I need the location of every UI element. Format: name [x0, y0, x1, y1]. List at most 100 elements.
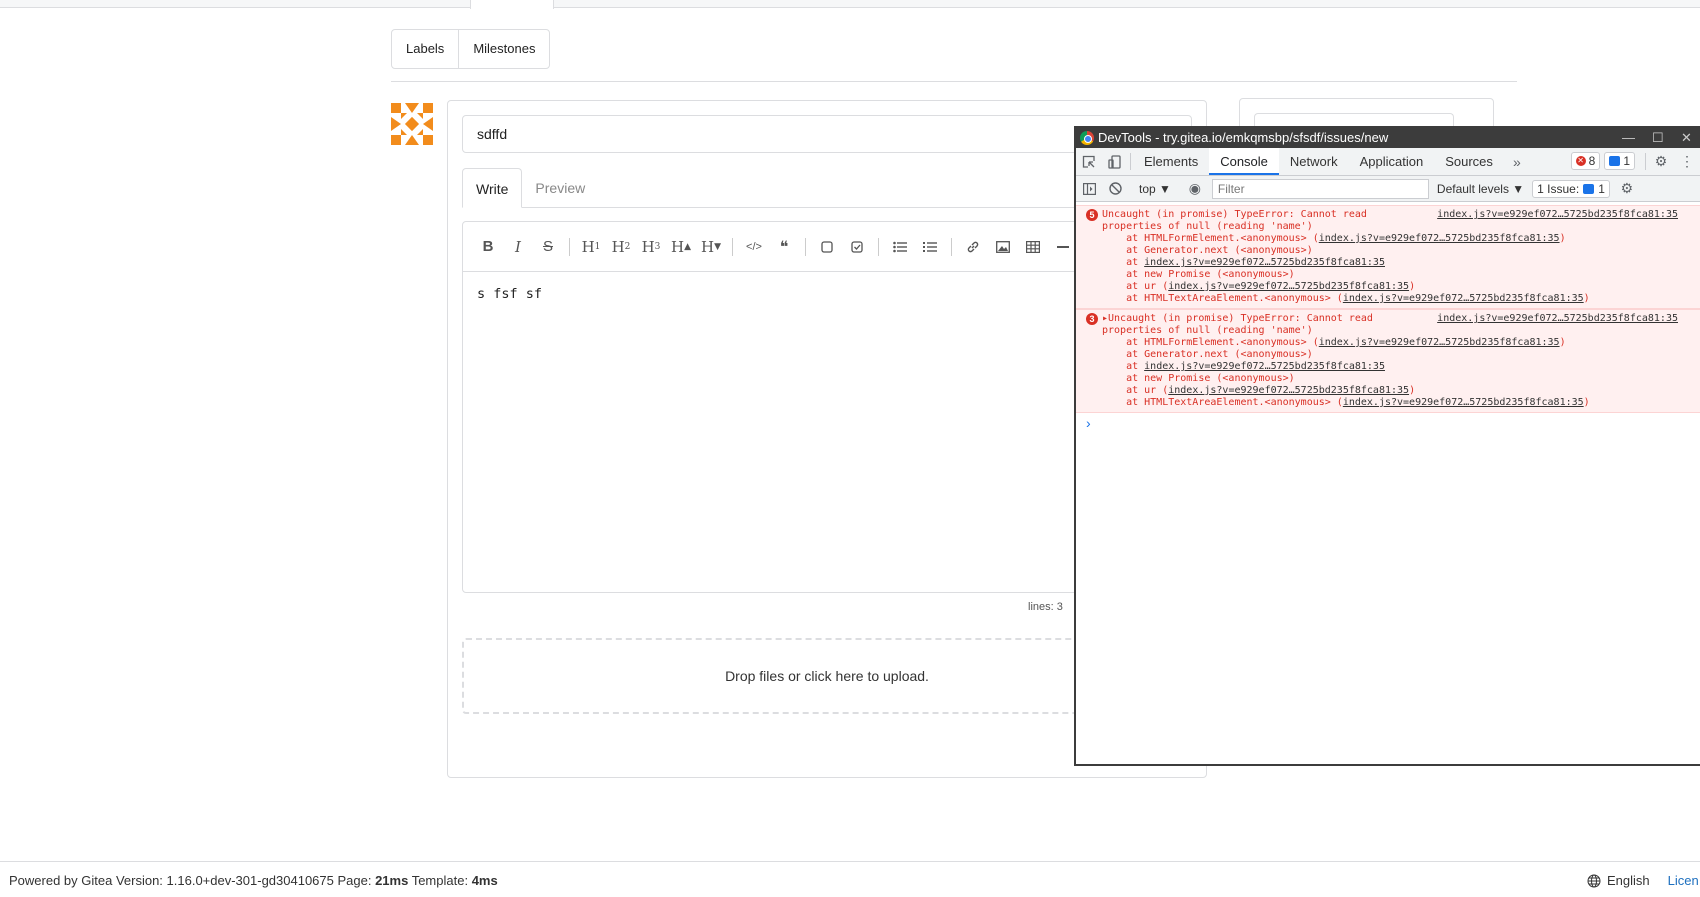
heading-decrease-button[interactable]: H ▼	[696, 232, 726, 262]
stack-link[interactable]: index.js?v=e929ef072…5725bd235f8fca81:35	[1319, 233, 1560, 244]
globe-icon	[1587, 874, 1601, 887]
italic-button[interactable]: I	[503, 232, 533, 262]
sidebar-toggle-icon[interactable]	[1076, 182, 1102, 195]
console-error-entry[interactable]: 3 ▸Uncaught (in promise) TypeError: Cann…	[1076, 309, 1700, 413]
context-selector[interactable]: top ▼	[1133, 182, 1177, 196]
heading-3-letter: H	[641, 237, 655, 256]
stack-text: )	[1583, 293, 1590, 304]
heading-3-button[interactable]: H3	[636, 232, 666, 262]
stack-frame: at ur (index.js?v=e929ef072…5725bd235f8f…	[1102, 281, 1694, 293]
active-top-tab[interactable]	[470, 0, 554, 9]
stack-link[interactable]: index.js?v=e929ef072…5725bd235f8fca81:35	[1343, 293, 1584, 304]
stack-link[interactable]: index.js?v=e929ef072…5725bd235f8fca81:35	[1144, 257, 1385, 268]
code-button[interactable]: </>	[739, 232, 769, 262]
stack-link[interactable]: index.js?v=e929ef072…5725bd235f8fca81:35	[1144, 361, 1385, 372]
error-source-link[interactable]: index.js?v=e929ef072…5725bd235f8fca81:35	[1437, 313, 1678, 325]
strikethrough-button[interactable]: S	[533, 232, 563, 262]
device-glyph	[1108, 154, 1121, 169]
lines-count: lines: 3	[1028, 601, 1063, 613]
table-button[interactable]	[1018, 232, 1048, 262]
issues-button[interactable]: 1 Issue: 1	[1532, 179, 1610, 198]
labels-milestones-group: Labels Milestones	[391, 29, 551, 69]
heading-decrease-letter: H	[700, 237, 715, 256]
error-icon: ✕	[1575, 156, 1586, 166]
tab-write[interactable]: Write	[462, 168, 523, 208]
error-count-badge[interactable]: ✕ 8	[1570, 152, 1601, 170]
device-toolbar-icon[interactable]	[1102, 148, 1128, 175]
heading-increase-button[interactable]: H ▲	[666, 232, 696, 262]
message-count-badge[interactable]: 1	[1604, 152, 1635, 170]
toolbar-separator	[805, 237, 806, 256]
tab-sources[interactable]: Sources	[1434, 148, 1504, 175]
stack-link[interactable]: index.js?v=e929ef072…5725bd235f8fca81:35	[1168, 281, 1409, 292]
stack-link[interactable]: index.js?v=e929ef072…5725bd235f8fca81:35	[1168, 385, 1409, 396]
more-tabs-icon[interactable]: »	[1504, 148, 1530, 175]
minimize-icon[interactable]: —	[1622, 128, 1635, 148]
kebab-menu-icon[interactable]: ⋮	[1674, 148, 1700, 175]
heading-2-letter: H	[611, 237, 625, 256]
link-button[interactable]	[958, 232, 988, 262]
close-icon[interactable]: ✕	[1681, 128, 1692, 148]
live-expression-eye-icon[interactable]: ◉	[1182, 180, 1208, 197]
issue-message-icon	[1583, 183, 1595, 194]
stack-frame: at Generator.next (<anonymous>)	[1102, 245, 1313, 256]
image-button[interactable]	[988, 232, 1018, 262]
user-avatar[interactable]	[391, 103, 433, 145]
checkbox-checked-button[interactable]	[842, 232, 872, 262]
milestones-button[interactable]: Milestones	[458, 30, 549, 68]
devtools-window: DevTools - try.gitea.io/emkqmsbp/sfsdf/i…	[1074, 126, 1700, 766]
stack-text: at HTMLTextAreaElement.<anonymous> (	[1102, 397, 1343, 408]
labels-button[interactable]: Labels	[392, 30, 458, 68]
heading-decrease-arrow: ▼	[714, 241, 721, 252]
inspect-glyph	[1082, 155, 1095, 168]
ordered-list-button[interactable]	[915, 232, 945, 262]
console-toolbar: top ▼ ◉ Filter Default levels ▼ 1 Issue:…	[1076, 176, 1700, 202]
error-message-line: properties of null (reading 'name')	[1102, 325, 1313, 336]
devtools-titlebar[interactable]: DevTools - try.gitea.io/emkqmsbp/sfsdf/i…	[1076, 128, 1700, 148]
console-settings-icon[interactable]: ⚙	[1614, 180, 1640, 197]
stack-frame: at HTMLTextAreaElement.<anonymous> (inde…	[1102, 397, 1694, 409]
stack-frame: at ur (index.js?v=e929ef072…5725bd235f8f…	[1102, 385, 1694, 397]
inspect-element-icon[interactable]	[1076, 148, 1102, 175]
stack-frame: at new Promise (<anonymous>)	[1102, 373, 1295, 384]
unordered-list-icon	[893, 241, 907, 252]
toolbar-separator	[951, 237, 952, 256]
checkbox-empty-icon	[821, 240, 833, 253]
bold-button[interactable]: B	[473, 232, 503, 262]
sidebar-glyph	[1082, 182, 1096, 195]
tab-preview[interactable]: Preview	[522, 168, 598, 207]
console-filter-input[interactable]: Filter	[1211, 178, 1429, 199]
toolbar-separator	[732, 237, 733, 256]
quote-button[interactable]: ❝	[769, 232, 799, 262]
log-levels-dropdown[interactable]: Default levels ▼	[1429, 182, 1532, 196]
stack-text: at HTMLTextAreaElement.<anonymous> (	[1102, 293, 1343, 304]
checkbox-empty-button[interactable]	[812, 232, 842, 262]
language-selector[interactable]: English	[1607, 873, 1650, 888]
stack-text: at HTMLFormElement.<anonymous> (	[1102, 233, 1319, 244]
tab-application[interactable]: Application	[1349, 148, 1435, 175]
stack-text: )	[1409, 385, 1416, 396]
template-time: 4ms	[471, 873, 498, 888]
console-prompt[interactable]: ›	[1076, 413, 1700, 433]
clear-glyph	[1108, 182, 1122, 195]
error-source-link[interactable]: index.js?v=e929ef072…5725bd235f8fca81:35	[1437, 209, 1678, 221]
heading-2-button[interactable]: H2	[606, 232, 636, 262]
stack-link[interactable]: index.js?v=e929ef072…5725bd235f8fca81:35	[1319, 337, 1560, 348]
tab-network[interactable]: Network	[1279, 148, 1349, 175]
stack-text: )	[1559, 233, 1566, 244]
tab-elements[interactable]: Elements	[1133, 148, 1209, 175]
tab-console[interactable]: Console	[1209, 148, 1279, 175]
error-count: 8	[1588, 154, 1596, 168]
heading-2-level: 2	[624, 241, 631, 252]
stack-text: at	[1102, 257, 1145, 268]
licenses-link[interactable]: Licen	[1668, 873, 1699, 888]
settings-gear-icon[interactable]: ⚙	[1648, 148, 1674, 175]
stack-text: at	[1102, 361, 1145, 372]
unordered-list-button[interactable]	[885, 232, 915, 262]
clear-console-icon[interactable]	[1102, 182, 1128, 195]
console-error-entry[interactable]: 5 Uncaught (in promise) TypeError: Canno…	[1076, 205, 1700, 309]
stack-text: )	[1559, 337, 1566, 348]
heading-1-button[interactable]: H1	[576, 232, 606, 262]
maximize-icon[interactable]: ☐	[1652, 128, 1664, 148]
stack-link[interactable]: index.js?v=e929ef072…5725bd235f8fca81:35	[1343, 397, 1584, 408]
